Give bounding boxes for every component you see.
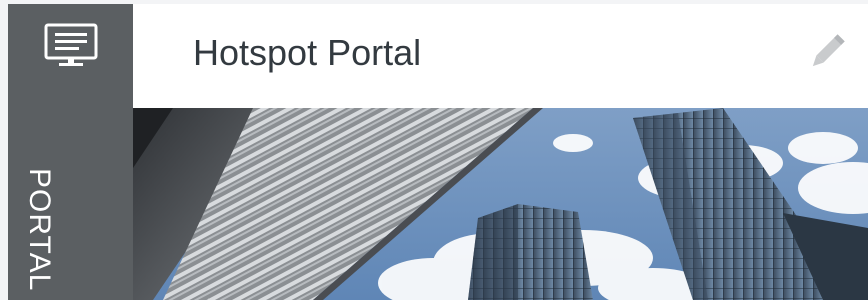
city-skyscraper-image: [133, 108, 868, 300]
pencil-icon: [812, 34, 845, 67]
hero-banner-image: [133, 108, 868, 300]
portal-header: Hotspot Portal: [133, 4, 868, 108]
monitor-icon: [44, 23, 97, 66]
sidebar-portal-label: PORTAL: [23, 168, 56, 292]
page-title: Hotspot Portal: [193, 32, 422, 73]
edit-title-button[interactable]: [805, 30, 849, 74]
portal-preview-button[interactable]: [8, 4, 133, 84]
portal-sidebar: PORTAL: [8, 4, 133, 300]
